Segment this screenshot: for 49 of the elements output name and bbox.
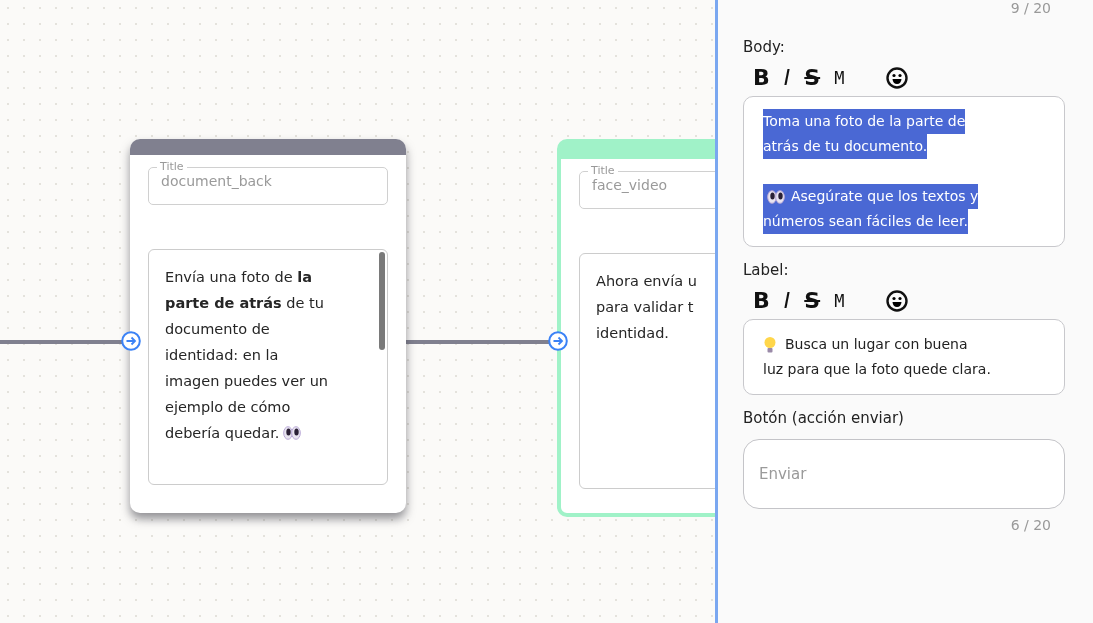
italic-button[interactable]: I: [783, 289, 791, 313]
lightbulb-icon: [763, 335, 777, 354]
monospace-button[interactable]: M: [834, 66, 845, 90]
editor-text: atrás de tu documento.: [763, 137, 928, 156]
emoji-button[interactable]: [886, 290, 909, 312]
message-text: debería quedar.: [165, 424, 280, 443]
message-text: identidad: en la: [165, 346, 279, 365]
scrollbar-thumb[interactable]: [379, 252, 385, 350]
input-handle-icon[interactable]: [548, 331, 568, 351]
character-counter: 6 / 20: [1010, 517, 1051, 533]
editor-text: luz para que la foto quede clara.: [763, 360, 991, 379]
message-text: para validar t: [596, 298, 694, 317]
smiley-icon: [886, 290, 909, 312]
field-label: Body:: [743, 38, 786, 56]
field-label: Botón (acción enviar): [743, 409, 905, 427]
smiley-icon: [886, 67, 909, 89]
input-handle-icon[interactable]: [121, 331, 141, 351]
field-value: document_back: [161, 173, 272, 189]
flow-node[interactable]: Title document_back Envía una foto de la parte de atrás de tu documento de identidad: en la imagen puedes ver un ejemplo de cómo debería quedar.: [130, 139, 406, 513]
text-editor[interactable]: Busca un lugar con buena luz para que la foto quede clara.: [743, 319, 1065, 395]
editor-text: Asegúrate que los textos y: [791, 187, 979, 206]
editor-text: Busca un lugar con buena: [785, 335, 968, 354]
italic-button[interactable]: I: [783, 66, 791, 90]
field-label: Label:: [743, 261, 790, 279]
message-text: imagen puedes ver un: [165, 372, 329, 391]
editor-text: números sean fáciles de leer.: [763, 212, 968, 231]
field-label: Title: [590, 165, 616, 177]
character-counter: 9 / 20: [1010, 0, 1051, 16]
message-text: Ahora envía u: [596, 272, 697, 291]
bold-button[interactable]: B: [753, 289, 770, 313]
flow-node[interactable]: Title face_video Ahora envía u para validar t identidad.: [557, 139, 715, 517]
message-text: ejemplo de cómo: [165, 398, 291, 417]
message-field[interactable]: Envía una foto de la parte de atrás de tu documento de identidad: en la imagen puedes ver un ejemplo de cómo debería quedar.: [148, 249, 388, 485]
text-editor[interactable]: Toma una foto de la parte de atrás de tu documento. Asegúrate que los textos y números sean fáciles de leer.: [743, 96, 1065, 247]
field-label: Title: [159, 161, 185, 173]
eyes-icon: [283, 426, 302, 440]
strikethrough-button[interactable]: S: [804, 66, 821, 90]
message-text: parte de atrás de tu: [165, 294, 324, 313]
emoji-button[interactable]: [886, 67, 909, 89]
input-field[interactable]: Enviar: [743, 439, 1065, 509]
field-value: face_video: [592, 177, 668, 193]
editor-text: Toma una foto de la parte de: [763, 112, 966, 131]
monospace-button[interactable]: M: [834, 289, 845, 313]
bold-button[interactable]: B: [753, 66, 770, 90]
eyes-icon: [767, 189, 785, 204]
message-text: identidad.: [596, 324, 669, 343]
message-text: documento de: [165, 320, 270, 339]
strikethrough-button[interactable]: S: [804, 289, 821, 313]
message-text: Envía una foto de la: [165, 268, 312, 287]
